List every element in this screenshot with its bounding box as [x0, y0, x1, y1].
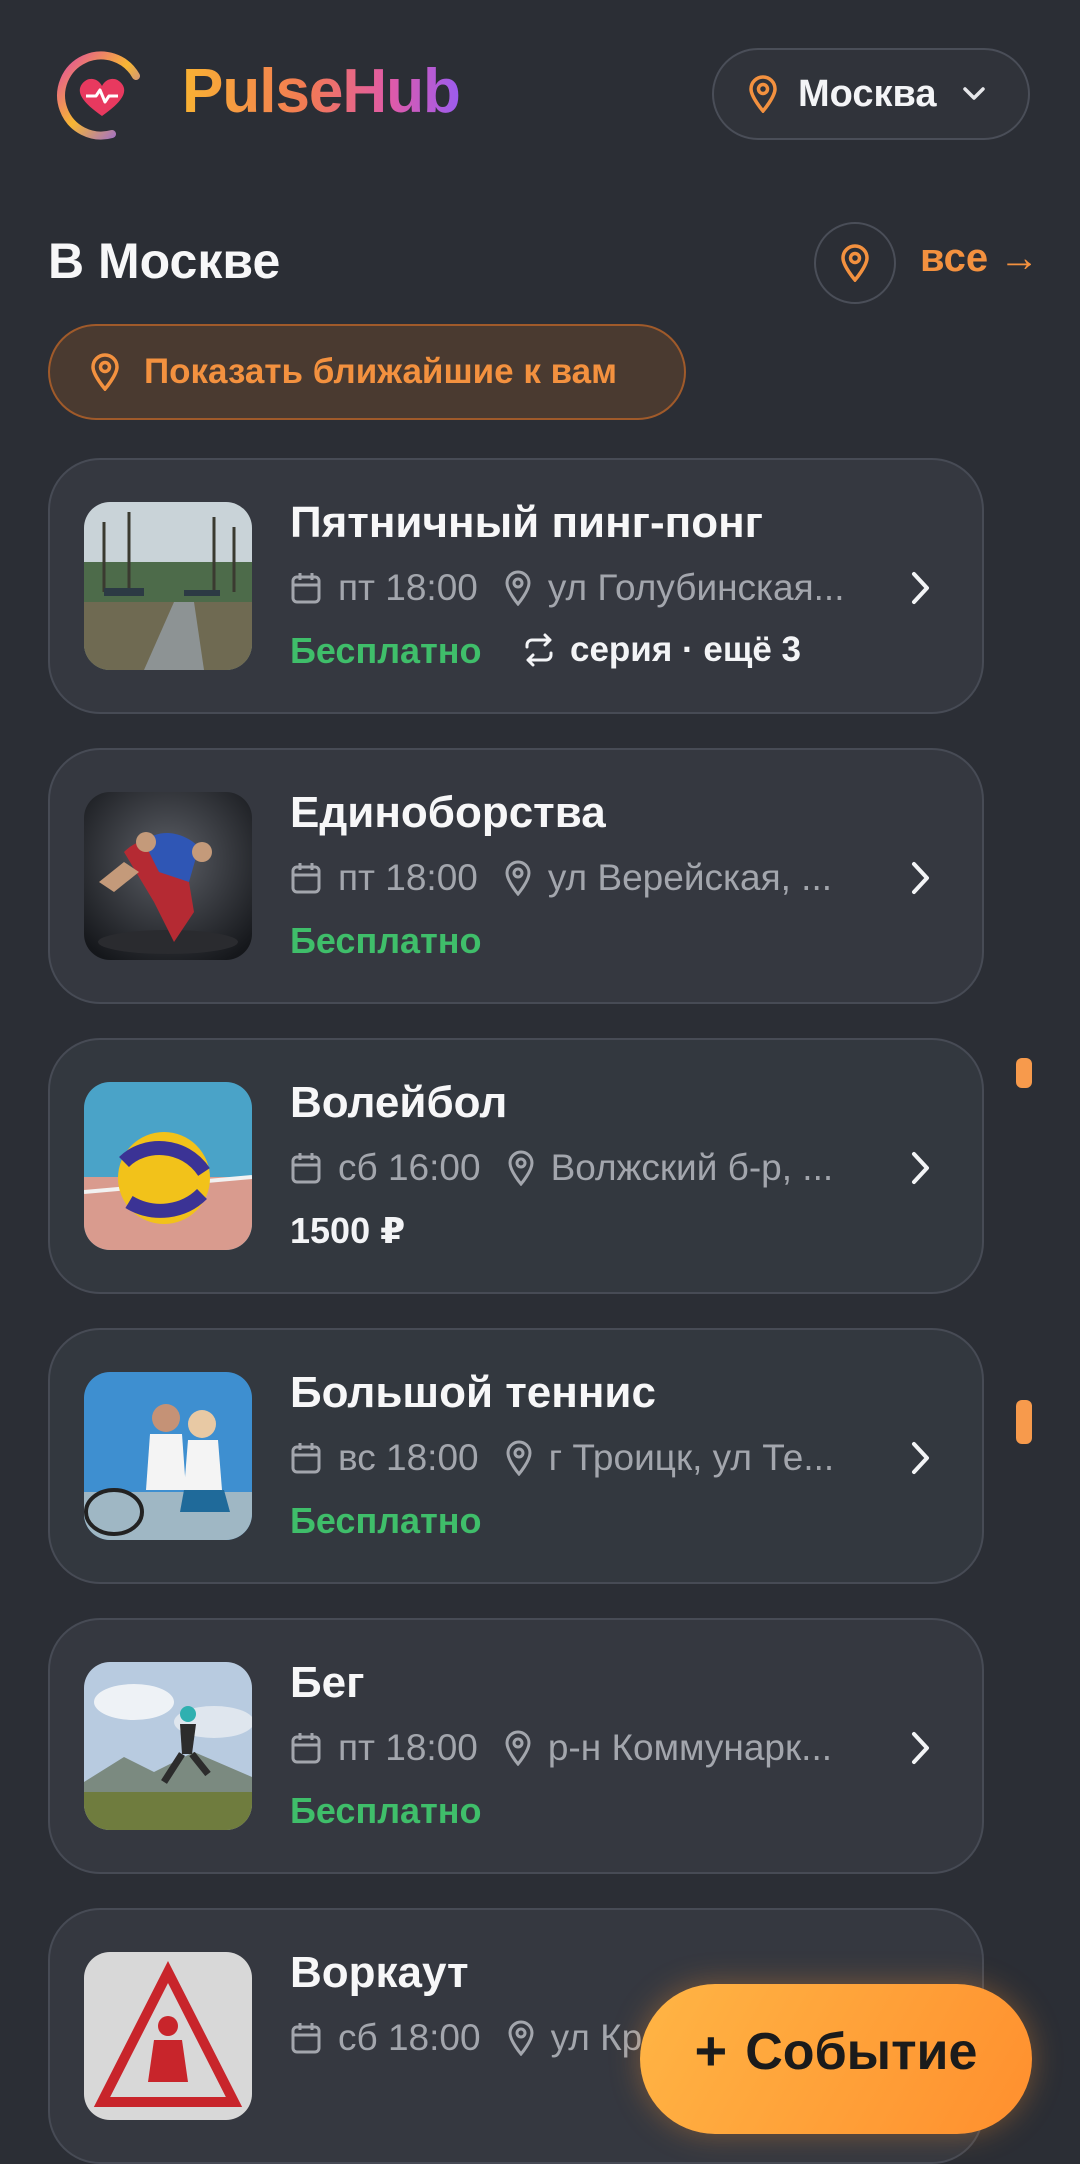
event-card[interactable]: Единоборства пт 18:00 ул Верейская, ... … [48, 748, 984, 1004]
map-pin-icon [91, 353, 119, 391]
event-card[interactable]: Пятничный пинг-понг пт 18:00 ул Голубинс… [48, 458, 984, 714]
event-address: ул Верейская, ... [547, 857, 833, 898]
event-series-label: серия · ещё 3 [570, 630, 802, 669]
plus-icon: + [694, 2019, 728, 2082]
event-image [84, 1082, 252, 1250]
event-series: серия · ещё 3 [522, 630, 801, 670]
calendar-icon [291, 573, 321, 604]
event-title: Воркаут [290, 1948, 469, 1997]
event-time: пт 18:00 [338, 857, 478, 898]
event-card[interactable]: Бег пт 18:00 р-н Коммунарк... Бесплатно [48, 1618, 984, 1874]
event-price: Бесплатно [290, 1790, 482, 1831]
event-price: Бесплатно [290, 1500, 482, 1541]
event-time: сб 18:00 [338, 2017, 481, 2058]
event-image [84, 1662, 252, 1830]
chevron-right-icon [912, 572, 929, 604]
show-nearby-label: Показать ближайшие к вам [144, 352, 617, 391]
event-address: Волжский б-р, ... [550, 1147, 834, 1188]
event-title: Волейбол [290, 1078, 508, 1127]
event-image [84, 792, 252, 960]
event-meta: сб 18:00 ул Кр... [290, 2016, 673, 2060]
map-pin-icon [505, 1730, 531, 1766]
location-button[interactable] [814, 222, 896, 304]
city-selector-label: Москва [798, 72, 937, 115]
see-all-link[interactable]: все → [920, 236, 1039, 281]
chevron-right-icon [912, 862, 929, 894]
map-pin-icon [505, 860, 531, 896]
event-meta: пт 18:00 ул Голубинская... [290, 566, 845, 610]
create-event-button[interactable]: + Событие [640, 1984, 1032, 2134]
scroll-indicator[interactable] [1016, 1058, 1032, 1088]
chevron-right-icon [912, 1442, 929, 1474]
section-title: В Москве [48, 233, 281, 289]
event-address: г Троицк, ул Те... [548, 1437, 835, 1478]
event-time: вс 18:00 [338, 1437, 479, 1478]
map-pin-icon [749, 75, 777, 113]
event-time: пт 18:00 [338, 567, 478, 608]
event-meta: пт 18:00 ул Верейская, ... [290, 856, 832, 900]
event-meta: сб 16:00 Волжский б-р, ... [290, 1146, 833, 1190]
repeat-icon [525, 633, 553, 667]
event-title: Единоборства [290, 788, 606, 837]
event-meta: пт 18:00 р-н Коммунарк... [290, 1726, 832, 1770]
event-title: Большой теннис [290, 1368, 656, 1417]
scroll-indicator[interactable] [1016, 1400, 1032, 1444]
logo-icon [57, 51, 140, 140]
top-bar: PulseHub Москва [0, 0, 1080, 190]
map-pin-icon [505, 570, 531, 606]
event-image [84, 1952, 252, 2120]
event-price: Бесплатно [290, 630, 482, 671]
chevron-right-icon [912, 1152, 929, 1184]
event-title: Бег [290, 1658, 365, 1707]
calendar-icon [291, 1153, 321, 1184]
event-time: сб 16:00 [338, 1147, 481, 1188]
calendar-icon [291, 2023, 321, 2054]
event-card[interactable]: Большой теннис вс 18:00 г Троицк, ул Те.… [48, 1328, 984, 1584]
create-event-label: Событие [745, 2023, 978, 2081]
event-address: р-н Коммунарк... [547, 1727, 833, 1768]
event-time: пт 18:00 [338, 1727, 478, 1768]
calendar-icon [291, 1443, 321, 1474]
map-pin-icon [506, 1440, 532, 1476]
event-price: 1500 ₽ [290, 1210, 406, 1251]
calendar-icon [291, 863, 321, 894]
chevron-right-icon [912, 1732, 929, 1764]
chevron-down-icon [962, 87, 985, 100]
map-pin-icon [508, 2020, 534, 2056]
show-nearby-button[interactable]: Показать ближайшие к вам [48, 324, 686, 420]
map-pin-icon [841, 244, 869, 282]
event-price: Бесплатно [290, 920, 482, 961]
event-image [84, 1372, 252, 1540]
app-brand: PulseHub [182, 57, 461, 126]
event-address: ул Голубинская... [547, 567, 845, 608]
event-meta: вс 18:00 г Троицк, ул Те... [290, 1436, 834, 1480]
map-pin-icon [508, 1150, 534, 1186]
event-image [84, 502, 252, 670]
city-selector[interactable]: Москва [712, 48, 1030, 140]
calendar-icon [291, 1733, 321, 1764]
event-card[interactable]: Волейбол сб 16:00 Волжский б-р, ... 1500… [48, 1038, 984, 1294]
event-title: Пятничный пинг-понг [290, 498, 763, 547]
